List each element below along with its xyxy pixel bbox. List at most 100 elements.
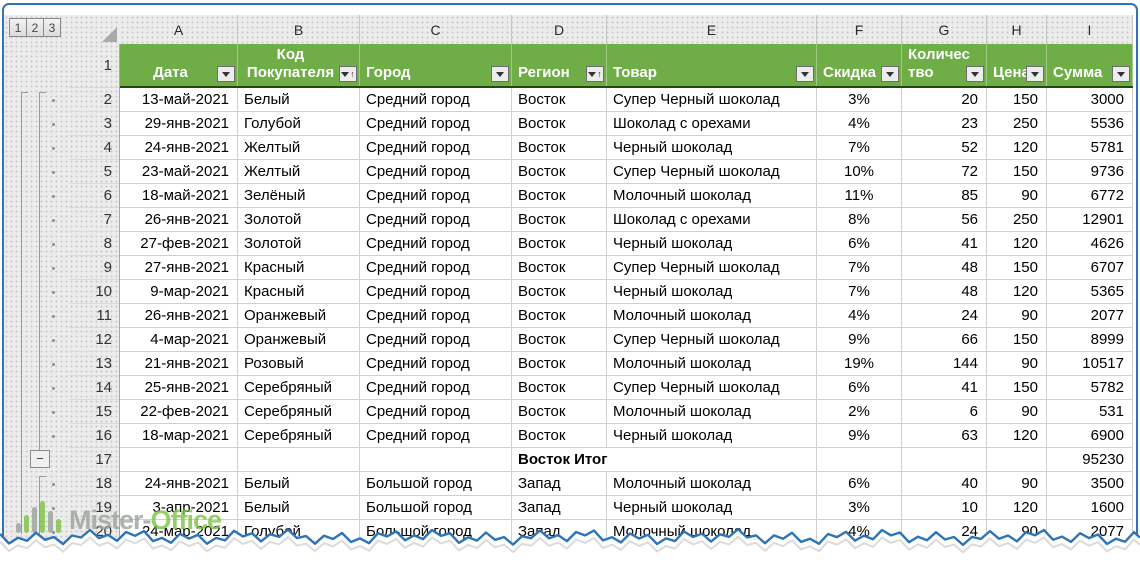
cell-E15[interactable]: Молочный шоколад	[607, 400, 817, 424]
cell-G13[interactable]: 144	[902, 352, 987, 376]
row-number-3[interactable]: 3	[69, 112, 119, 136]
outline-level-2-button[interactable]: 2	[26, 18, 44, 37]
cell-A3[interactable]: 29-янв-2021	[120, 112, 238, 136]
subtotal-sum-cell[interactable]: 95230	[1047, 448, 1133, 472]
cell-B16[interactable]: Серебряный	[238, 424, 360, 448]
row-number-2[interactable]: 2	[69, 88, 119, 112]
cell-E8[interactable]: Черный шоколад	[607, 232, 817, 256]
cell-D13[interactable]: Восток	[512, 352, 607, 376]
cell-I6[interactable]: 6772	[1047, 184, 1133, 208]
cell-F3[interactable]: 4%	[817, 112, 902, 136]
filter-sorted-button-B[interactable]: ↑	[339, 66, 357, 82]
cell-H18[interactable]: 90	[987, 472, 1047, 496]
cell-G12[interactable]: 66	[902, 328, 987, 352]
row-number-16[interactable]: 16	[69, 424, 119, 448]
cell-E19[interactable]: Черный шоколад	[607, 496, 817, 520]
cell-B13[interactable]: Розовый	[238, 352, 360, 376]
cell-D12[interactable]: Восток	[512, 328, 607, 352]
cell-A7[interactable]: 26-янв-2021	[120, 208, 238, 232]
filter-button-F[interactable]	[881, 66, 899, 82]
cell-E10[interactable]: Черный шоколад	[607, 280, 817, 304]
cell-F5[interactable]: 10%	[817, 160, 902, 184]
cell-C12[interactable]: Средний город	[360, 328, 512, 352]
cell-I16[interactable]: 6900	[1047, 424, 1133, 448]
column-letter-E[interactable]: E	[607, 15, 817, 44]
row-number-6[interactable]: 6	[69, 184, 119, 208]
cell-F8[interactable]: 6%	[817, 232, 902, 256]
cell-E11[interactable]: Молочный шоколад	[607, 304, 817, 328]
subtotal-label-cell[interactable]: Восток Итог	[512, 448, 817, 472]
row-number-4[interactable]: 4	[69, 136, 119, 160]
cell-H14[interactable]: 150	[987, 376, 1047, 400]
outline-level-1-button[interactable]: 1	[9, 18, 27, 37]
select-all-triangle-icon[interactable]	[102, 27, 117, 42]
cell-I10[interactable]: 5365	[1047, 280, 1133, 304]
cell-G7[interactable]: 56	[902, 208, 987, 232]
cell-G8[interactable]: 41	[902, 232, 987, 256]
cell-C16[interactable]: Средний город	[360, 424, 512, 448]
cell-B18[interactable]: Белый	[238, 472, 360, 496]
cell-F19[interactable]: 3%	[817, 496, 902, 520]
cell-G19[interactable]: 10	[902, 496, 987, 520]
row-number-5[interactable]: 5	[69, 160, 119, 184]
cell-H20[interactable]: 90	[987, 520, 1047, 544]
cell-H11[interactable]: 90	[987, 304, 1047, 328]
cell-H6[interactable]: 90	[987, 184, 1047, 208]
cell-B7[interactable]: Золотой	[238, 208, 360, 232]
cell-C19[interactable]: Большой город	[360, 496, 512, 520]
cell-C14[interactable]: Средний город	[360, 376, 512, 400]
cell-G10[interactable]: 48	[902, 280, 987, 304]
cell-A17[interactable]	[120, 448, 238, 472]
cell-E16[interactable]: Черный шоколад	[607, 424, 817, 448]
row-number-8[interactable]: 8	[69, 232, 119, 256]
cell-F9[interactable]: 7%	[817, 256, 902, 280]
cell-I11[interactable]: 2077	[1047, 304, 1133, 328]
column-letter-H[interactable]: H	[987, 15, 1047, 44]
cell-G3[interactable]: 23	[902, 112, 987, 136]
cell-G15[interactable]: 6	[902, 400, 987, 424]
cell-D6[interactable]: Восток	[512, 184, 607, 208]
cell-C11[interactable]: Средний город	[360, 304, 512, 328]
cell-C8[interactable]: Средний город	[360, 232, 512, 256]
cell-I4[interactable]: 5781	[1047, 136, 1133, 160]
cell-B17[interactable]	[238, 448, 360, 472]
cell-I2[interactable]: 3000	[1047, 88, 1133, 112]
cell-C6[interactable]: Средний город	[360, 184, 512, 208]
cell-E9[interactable]: Супер Черный шоколад	[607, 256, 817, 280]
cell-F20[interactable]: 4%	[817, 520, 902, 544]
cell-I7[interactable]: 12901	[1047, 208, 1133, 232]
cell-D5[interactable]: Восток	[512, 160, 607, 184]
cell-D20[interactable]: Запад	[512, 520, 607, 544]
cell-I19[interactable]: 1600	[1047, 496, 1133, 520]
cell-A9[interactable]: 27-янв-2021	[120, 256, 238, 280]
cell-E4[interactable]: Черный шоколад	[607, 136, 817, 160]
cell-C4[interactable]: Средний город	[360, 136, 512, 160]
cell-F10[interactable]: 7%	[817, 280, 902, 304]
filter-sorted-button-D[interactable]: ↑	[586, 66, 604, 82]
cell-D11[interactable]: Восток	[512, 304, 607, 328]
cell-A15[interactable]: 22-фев-2021	[120, 400, 238, 424]
cell-C18[interactable]: Большой город	[360, 472, 512, 496]
cell-A14[interactable]: 25-янв-2021	[120, 376, 238, 400]
cell-A11[interactable]: 26-янв-2021	[120, 304, 238, 328]
cell-A8[interactable]: 27-фев-2021	[120, 232, 238, 256]
cell-C5[interactable]: Средний город	[360, 160, 512, 184]
cell-I18[interactable]: 3500	[1047, 472, 1133, 496]
cell-H2[interactable]: 150	[987, 88, 1047, 112]
cell-B6[interactable]: Зелёный	[238, 184, 360, 208]
cell-G5[interactable]: 72	[902, 160, 987, 184]
cell-C9[interactable]: Средний город	[360, 256, 512, 280]
row-number-13[interactable]: 13	[69, 352, 119, 376]
cell-E20[interactable]: Молочный шоколад	[607, 520, 817, 544]
cell-A4[interactable]: 24-янв-2021	[120, 136, 238, 160]
cell-I20[interactable]: 2077	[1047, 520, 1133, 544]
cell-I13[interactable]: 10517	[1047, 352, 1133, 376]
cell-F12[interactable]: 9%	[817, 328, 902, 352]
cell-D7[interactable]: Восток	[512, 208, 607, 232]
cell-H8[interactable]: 120	[987, 232, 1047, 256]
cell-H17[interactable]	[987, 448, 1047, 472]
cell-E18[interactable]: Молочный шоколад	[607, 472, 817, 496]
cell-F18[interactable]: 6%	[817, 472, 902, 496]
filter-button-H[interactable]	[1026, 66, 1044, 82]
cell-C7[interactable]: Средний город	[360, 208, 512, 232]
